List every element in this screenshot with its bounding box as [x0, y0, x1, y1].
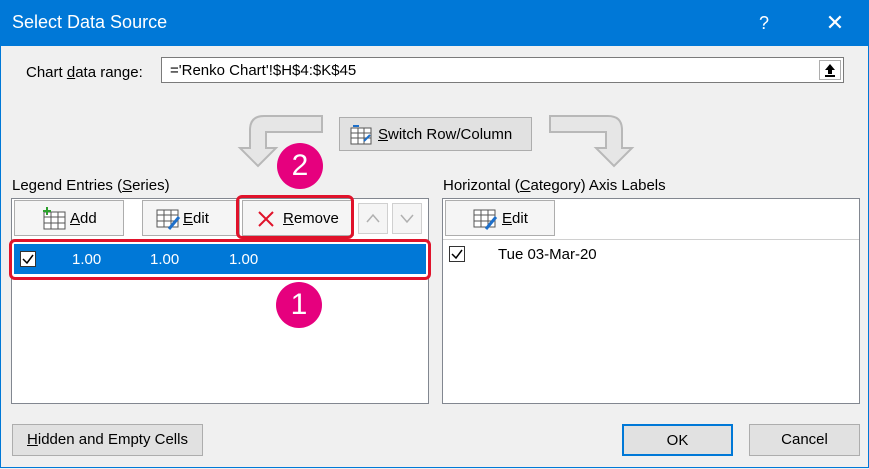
hidden-empty-cells-button[interactable]: Hidden and Empty Cells	[12, 424, 203, 456]
axis-labels-panel: Edit Tue 03-Mar-20	[442, 198, 860, 404]
close-button[interactable]: ✕	[812, 0, 858, 46]
axis-toolbar: Edit	[443, 199, 859, 240]
axis-label-value: Tue 03-Mar-20	[498, 246, 597, 263]
edit-table-icon	[156, 209, 181, 230]
add-table-icon	[43, 207, 66, 230]
series-row-callout-box	[9, 239, 431, 280]
add-series-button[interactable]: Add	[14, 200, 124, 236]
move-down-button[interactable]	[392, 203, 422, 234]
right-curved-arrow-icon	[549, 115, 635, 168]
callout-badge-1: 1	[276, 282, 322, 328]
remove-callout-box	[236, 195, 354, 239]
edit-series-button[interactable]: Edit	[142, 200, 240, 236]
legend-entries-panel: Add Edit Remove 1.00 1.00 1.00	[11, 198, 429, 404]
add-series-label: Add	[70, 210, 97, 227]
edit-axis-labels-button[interactable]: Edit	[445, 200, 555, 236]
collapse-dialog-button[interactable]	[819, 60, 841, 80]
upload-arrow-icon	[825, 64, 835, 77]
chart-data-range-input[interactable]: ='Renko Chart'!$H$4:$K$45	[161, 57, 844, 83]
help-button[interactable]: ?	[744, 0, 784, 46]
checkmark-icon	[451, 249, 463, 260]
dialog-body: Chart data range: ='Renko Chart'!$H$4:$K…	[0, 46, 869, 468]
edit-axis-labels-label: Edit	[502, 210, 528, 227]
legend-entries-label: Legend Entries (Series)	[12, 177, 170, 194]
switch-grid-icon	[350, 125, 372, 145]
dialog-title: Select Data Source	[12, 12, 168, 32]
title-bar: Select Data Source ? ✕	[0, 0, 869, 46]
chevron-up-icon	[366, 213, 380, 223]
callout-badge-2: 2	[277, 143, 323, 189]
legend-toolbar: Add Edit Remove	[12, 199, 428, 240]
axis-label-checkbox[interactable]	[449, 246, 465, 262]
axis-label-row[interactable]: Tue 03-Mar-20	[445, 244, 857, 274]
move-up-button[interactable]	[358, 203, 388, 234]
chart-data-range-value[interactable]: ='Renko Chart'!$H$4:$K$45	[170, 62, 356, 79]
chart-data-range-label: Chart data range:	[26, 64, 143, 81]
ok-button[interactable]: OK	[622, 424, 733, 456]
axis-labels-label: Horizontal (Category) Axis Labels	[443, 177, 666, 194]
switch-row-column-label: Switch Row/Column	[378, 126, 513, 143]
edit-series-label: Edit	[183, 210, 209, 227]
chevron-down-icon	[400, 214, 414, 224]
cancel-button[interactable]: Cancel	[749, 424, 860, 456]
edit-table-icon	[473, 209, 498, 230]
switch-row-column-button[interactable]: Switch Row/Column	[339, 117, 532, 151]
